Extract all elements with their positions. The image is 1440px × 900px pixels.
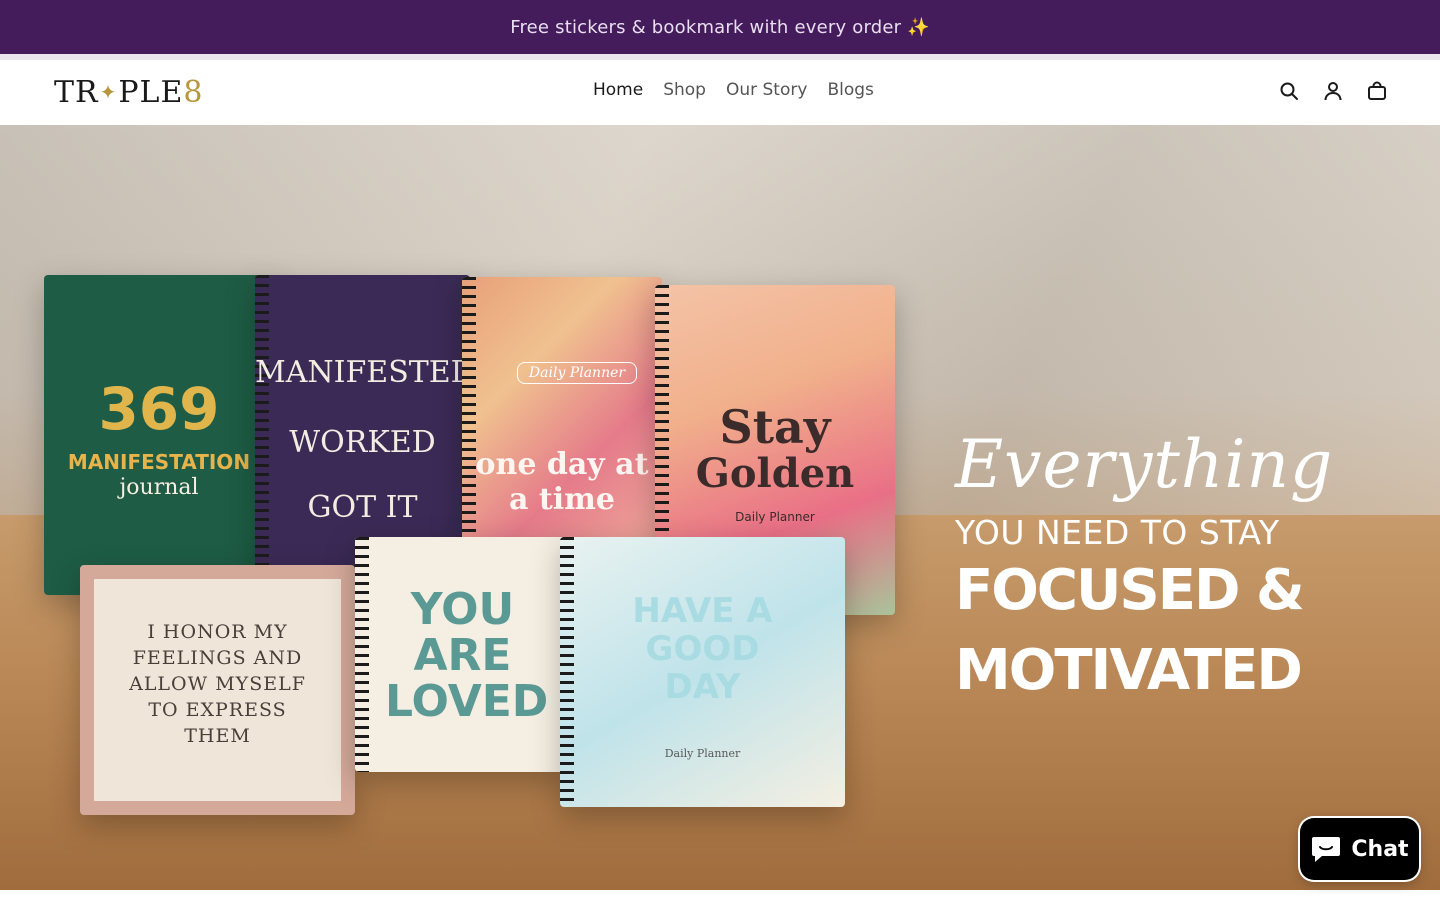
- chat-button[interactable]: Chat: [1300, 818, 1419, 880]
- product-text: Stay: [719, 400, 831, 454]
- logo-text: PLE: [118, 74, 184, 110]
- announcement-bar: Free stickers & bookmark with every orde…: [0, 0, 1440, 54]
- account-icon: [1324, 82, 1342, 101]
- cart-icon: [1368, 81, 1386, 100]
- headline-script: Everything: [955, 426, 1334, 503]
- headline-subtitle: YOU NEED TO STAY: [955, 513, 1280, 552]
- product-text: journal: [119, 475, 199, 500]
- chat-label: Chat: [1351, 836, 1409, 862]
- hero-banner[interactable]: 369 MANIFESTATION journal MANIFESTED WOR…: [0, 125, 1440, 890]
- cart-button[interactable]: [1366, 80, 1388, 102]
- headline-title: FOCUSED & MOTIVATED: [955, 558, 1305, 703]
- product-text: Daily Planner: [735, 510, 815, 524]
- logo-eight: 8: [183, 74, 204, 110]
- search-button[interactable]: [1278, 80, 1300, 102]
- product-369-journal: 369 MANIFESTATION journal: [44, 275, 274, 595]
- nav-item-shop[interactable]: Shop: [663, 80, 706, 100]
- brand-logo[interactable]: TR ✦ PLE 8: [54, 74, 204, 110]
- product-have-a-good-day-planner: HAVE A GOOD DAY Daily Planner: [560, 537, 845, 807]
- product-text: one day at a time: [475, 447, 649, 517]
- product-text: I HONOR MY FEELINGS AND ALLOW MYSELF TO …: [129, 621, 306, 747]
- hero-headline: Everything YOU NEED TO STAY FOCUSED & MO…: [955, 415, 1395, 711]
- product-text: HAVE A GOOD DAY: [632, 591, 773, 707]
- header-icons: [1278, 80, 1388, 102]
- product-text: Golden: [695, 450, 855, 497]
- logo-text: TR: [54, 74, 99, 110]
- nav-item-our-story[interactable]: Our Story: [726, 80, 807, 100]
- site-header: TR ✦ PLE 8 Home Shop Our Story Blogs: [0, 60, 1440, 125]
- nav-item-home[interactable]: Home: [593, 80, 643, 100]
- search-icon: [1280, 82, 1298, 100]
- product-text: MANIFESTATION: [67, 450, 251, 474]
- chat-bubble-icon: [1312, 837, 1341, 862]
- product-you-are-loved-notebook: YOU ARE LOVED: [355, 537, 570, 772]
- nav-item-blogs[interactable]: Blogs: [827, 80, 873, 100]
- product-text: Daily Planner: [517, 362, 637, 384]
- product-text: 369: [98, 375, 220, 443]
- account-button[interactable]: [1322, 80, 1344, 102]
- main-nav: Home Shop Our Story Blogs: [593, 80, 874, 100]
- product-text: Daily Planner: [664, 747, 741, 760]
- announcement-text: Free stickers & bookmark with every orde…: [510, 16, 930, 38]
- logo-star-icon: ✦: [99, 80, 118, 104]
- product-text: WORKED: [289, 425, 436, 460]
- product-text: GOT IT: [307, 490, 418, 525]
- product-affirmation-calendar: I HONOR MY FEELINGS AND ALLOW MYSELF TO …: [80, 565, 355, 815]
- product-text: MANIFESTED: [255, 355, 470, 390]
- product-text: YOU ARE LOVED: [385, 584, 549, 727]
